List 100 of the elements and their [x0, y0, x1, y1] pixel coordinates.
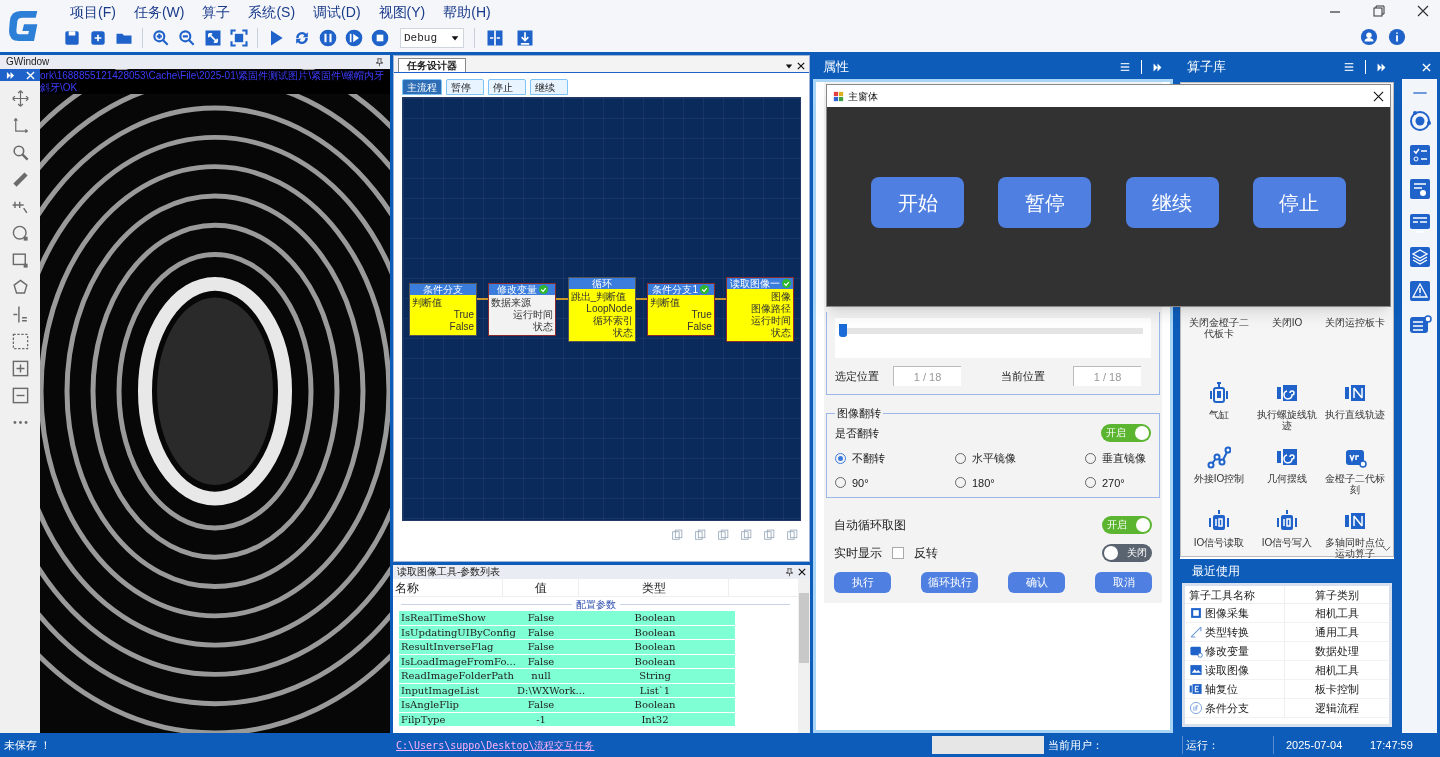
designer-tab[interactable]: 任务设计器 — [398, 58, 466, 72]
flow-tab[interactable]: 暂停 — [446, 79, 484, 95]
flow-tab[interactable]: 继续 — [530, 79, 568, 95]
action-button[interactable]: 取消 — [1095, 572, 1152, 593]
info-icon[interactable] — [1388, 28, 1406, 46]
pause-icon[interactable] — [318, 28, 338, 48]
circle-select-icon[interactable] — [10, 224, 30, 243]
param-row[interactable]: IsAngleFlip False Boolean — [399, 698, 735, 712]
recent-row[interactable]: 读取图像 相机工具 — [1185, 661, 1389, 680]
path-link[interactable]: C:\Users\suppo\Desktop\流程交互任务 — [396, 737, 932, 753]
download-icon[interactable] — [515, 28, 535, 48]
action-button[interactable]: 循环执行 — [921, 572, 978, 593]
recent-row[interactable]: 条件分支 逻辑流程 — [1185, 699, 1389, 718]
flow-node[interactable]: 修改变量 数据来源 运行时间 状态 — [488, 282, 557, 336]
checkbox[interactable] — [892, 547, 904, 559]
flow-canvas[interactable]: 条件分支 判断值 True False 修改变量 数据来源 运行时间 状态 循环 跳出_判断值 LoopNode 循环索引 状态 条件分支1 判断值 True False 读取图像一 图像 图像路径 运行时间 状态 — [402, 97, 801, 521]
remove-region-icon[interactable] — [10, 386, 30, 405]
operator-item[interactable]: 多轴同时点位运动算子 — [1321, 509, 1389, 565]
operator-item[interactable]: IO信号读取 — [1185, 509, 1253, 565]
menu-item[interactable]: 系统(S) — [240, 2, 304, 22]
action-button[interactable]: 执行 — [834, 572, 891, 593]
dialog-button[interactable]: 继续 — [1125, 177, 1219, 228]
column-header[interactable]: 值 — [503, 579, 579, 596]
user-icon[interactable] — [1360, 28, 1378, 46]
split-icon[interactable] — [485, 28, 505, 48]
close-icon[interactable] — [1416, 4, 1430, 18]
flow-node[interactable]: 循环 跳出_判断值 LoopNode 循环索引 状态 — [567, 276, 636, 342]
operator-item[interactable]: 执行直线轨迹 — [1321, 381, 1389, 437]
param-row[interactable]: IsRealTimeShow False Boolean — [399, 611, 735, 625]
grid-select-icon[interactable] — [10, 332, 30, 351]
add-icon[interactable] — [88, 28, 108, 48]
add-region-icon[interactable] — [10, 359, 30, 378]
split-measure-icon[interactable] — [10, 305, 30, 324]
param-row[interactable]: IsLoadImageFromFo... False Boolean — [399, 654, 735, 668]
operator-item[interactable]: 金橙子二代标刻 — [1321, 445, 1389, 501]
monitor-icon[interactable] — [1407, 211, 1432, 235]
fit-screen-icon[interactable] — [229, 28, 249, 48]
operator-item[interactable]: 执行螺旋线轨迹 — [1253, 381, 1321, 437]
checklist-icon[interactable] — [1407, 143, 1432, 167]
param-row[interactable]: ReadImageFolderPath null String — [399, 669, 735, 683]
flow-node[interactable]: 条件分支1 判断值 True False — [646, 282, 715, 336]
recent-row[interactable]: 修改变量 数据处理 — [1185, 642, 1389, 661]
close-icon[interactable] — [1373, 90, 1384, 102]
dialog-button[interactable]: 开始 — [871, 177, 964, 228]
param-row[interactable]: ResultInverseFlag False Boolean — [399, 640, 735, 654]
column-header[interactable]: 算子工具名称 — [1185, 586, 1285, 603]
rectangle-select-icon[interactable] — [10, 251, 30, 270]
zoom-out-icon[interactable] — [177, 28, 197, 48]
dialog-button[interactable]: 停止 — [1253, 177, 1346, 228]
save-icon[interactable] — [62, 28, 82, 48]
menu-item[interactable]: 算子 — [194, 2, 239, 22]
param-row[interactable]: IsUpdatingUIByConfig False Boolean — [399, 625, 735, 639]
menu-icon[interactable] — [1343, 61, 1355, 73]
expand-icon[interactable] — [203, 28, 223, 48]
param-row[interactable]: FilpType -1 Int32 — [399, 712, 735, 726]
operator-item[interactable]: IO信号写入 — [1253, 509, 1321, 565]
recent-row[interactable]: 图像采集 相机工具 — [1185, 604, 1389, 623]
list-settings-icon[interactable] — [1407, 177, 1432, 201]
close-icon[interactable] — [798, 567, 806, 576]
step-icon[interactable] — [344, 28, 364, 48]
operator-item[interactable]: 关闭金橙子二代板卡 — [1185, 317, 1253, 373]
caret-icon[interactable] — [785, 62, 793, 70]
menu-item[interactable]: 视图(Y) — [370, 2, 434, 22]
flow-tab[interactable]: 主流程 — [402, 79, 442, 95]
param-row[interactable]: InputImageList D:\WXWork... List`1 — [399, 683, 735, 697]
operator-item[interactable]: 关闭IO — [1253, 317, 1321, 373]
orbit-icon[interactable] — [1407, 109, 1432, 133]
dialog-button[interactable]: 暂停 — [998, 177, 1092, 228]
operator-item[interactable]: 气缸 — [1185, 381, 1253, 437]
scrollbar[interactable] — [798, 579, 810, 733]
stop-icon[interactable] — [370, 28, 390, 48]
column-header[interactable]: 类型 — [579, 579, 729, 596]
flow-node[interactable]: 读取图像一 图像 图像路径 运行时间 状态 — [726, 276, 794, 342]
collapse-icon[interactable] — [1152, 61, 1163, 73]
column-header[interactable]: 算子类别 — [1285, 586, 1389, 603]
menu-item[interactable]: 调试(D) — [305, 2, 369, 22]
warning-icon[interactable] — [1407, 279, 1432, 303]
toggle-switch[interactable]: 关闭 — [1102, 544, 1152, 562]
operator-item[interactable]: 外接IO控制 — [1185, 445, 1253, 501]
operator-item[interactable]: 几何摆线 — [1253, 445, 1321, 501]
action-button[interactable]: 确认 — [1008, 572, 1065, 593]
recent-row[interactable]: 类型转换 通用工具 — [1185, 623, 1389, 642]
maximize-icon[interactable] — [1372, 4, 1386, 18]
mode-dropdown[interactable]: Debug — [400, 28, 464, 48]
zoom-in-icon[interactable] — [151, 28, 171, 48]
column-header[interactable]: 名称 — [393, 579, 503, 596]
operator-item[interactable]: 关闭运控板卡 — [1321, 317, 1389, 373]
slider-thumb[interactable] — [839, 324, 847, 337]
collapse-icon[interactable] — [1376, 61, 1387, 73]
search-icon[interactable] — [10, 143, 30, 162]
menu-item[interactable]: 帮助(H) — [435, 2, 499, 22]
move-icon[interactable] — [10, 89, 30, 108]
pin-icon[interactable] — [375, 57, 384, 67]
flow-tab[interactable]: 停止 — [488, 79, 526, 95]
menu-item[interactable]: 任务(W) — [125, 2, 193, 22]
ruler-icon[interactable] — [10, 170, 30, 189]
menu-item[interactable]: 项目(F) — [62, 2, 124, 22]
flow-node[interactable]: 条件分支 判断值 True False — [409, 282, 477, 336]
layers-icon[interactable] — [1407, 245, 1432, 269]
menu-icon[interactable] — [1119, 61, 1131, 73]
